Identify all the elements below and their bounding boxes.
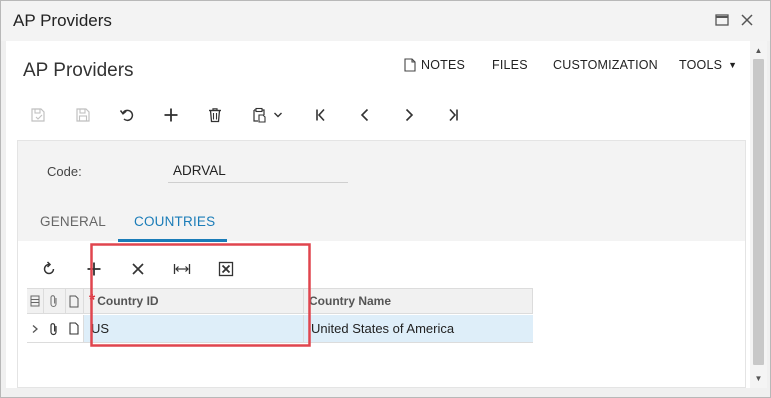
paperclip-icon [50,322,57,335]
row-expand-button[interactable] [27,315,43,342]
save-close-button[interactable] [26,103,50,127]
dialog-window: AP Providers AP Providers NOTES FILES CU… [0,0,771,398]
last-record-button[interactable] [441,103,465,127]
column-config-icon [30,295,40,307]
paperclip-icon [50,295,57,308]
note-icon [69,295,79,307]
next-record-icon [405,108,414,122]
add-button[interactable] [159,103,183,127]
tools-label: TOOLS [679,58,723,72]
customization-label: CUSTOMIZATION [553,58,658,72]
active-tab-indicator [118,239,227,242]
previous-record-button[interactable] [353,103,377,127]
column-header-country-name[interactable]: Country Name [309,289,529,313]
copy-paste-icon [253,107,266,123]
column-label-country-name: Country Name [309,294,392,308]
undo-button[interactable] [115,103,139,127]
last-record-icon [449,108,458,122]
maximize-button[interactable] [713,11,731,29]
title-bar: AP Providers [1,1,770,41]
notes-header [65,289,83,313]
row-selector-header[interactable] [27,289,43,313]
code-label: Code: [47,164,82,179]
save-button[interactable] [71,103,95,127]
scroll-down-button[interactable]: ▼ [750,371,767,385]
row-note-button[interactable] [65,315,83,342]
delete-icon [209,108,221,123]
form-header: Code: ADRVAL GENERAL COUNTRIES [18,141,745,242]
maximize-icon [715,14,729,26]
notes-label: NOTES [421,58,466,72]
close-button[interactable] [738,11,756,29]
previous-record-icon [360,108,369,122]
files-button[interactable]: FILES [492,57,528,73]
customization-button[interactable]: CUSTOMIZATION [553,57,658,73]
next-record-button[interactable] [397,103,421,127]
chevron-right-icon [32,324,38,333]
copy-paste-dropdown[interactable] [270,103,286,127]
tab-general[interactable]: GENERAL [40,214,106,229]
scroll-up-button[interactable]: ▲ [750,43,767,57]
highlight-box [90,243,311,347]
row-attachment-button[interactable] [43,315,65,342]
page-title: AP Providers [23,60,134,81]
first-record-button[interactable] [309,103,333,127]
tab-countries[interactable]: COUNTRIES [134,214,215,229]
copy-paste-button[interactable] [247,103,271,127]
note-icon [404,58,416,72]
window-title: AP Providers [13,11,112,30]
chevron-down-icon [274,112,282,118]
cell-country-name[interactable]: United States of America [311,315,531,342]
refresh-button[interactable] [37,257,61,281]
close-icon [741,14,753,26]
country-name-value: United States of America [311,321,455,336]
add-icon [164,108,178,122]
tools-menu[interactable]: TOOLS ▼ [679,57,737,73]
delete-button[interactable] [203,103,227,127]
vertical-scrollbar[interactable]: ▲ ▼ [750,41,767,388]
save-close-icon [31,108,45,122]
first-record-icon [316,108,325,122]
caret-down-icon: ▼ [728,60,738,70]
attachments-header [43,289,65,313]
files-label: FILES [492,58,528,72]
undo-icon [119,109,134,122]
code-field[interactable]: ADRVAL [168,159,348,183]
scroll-thumb[interactable] [753,59,764,365]
notes-button[interactable]: NOTES [404,57,465,73]
refresh-icon [43,261,55,275]
save-icon [76,108,90,122]
note-icon [69,322,79,335]
